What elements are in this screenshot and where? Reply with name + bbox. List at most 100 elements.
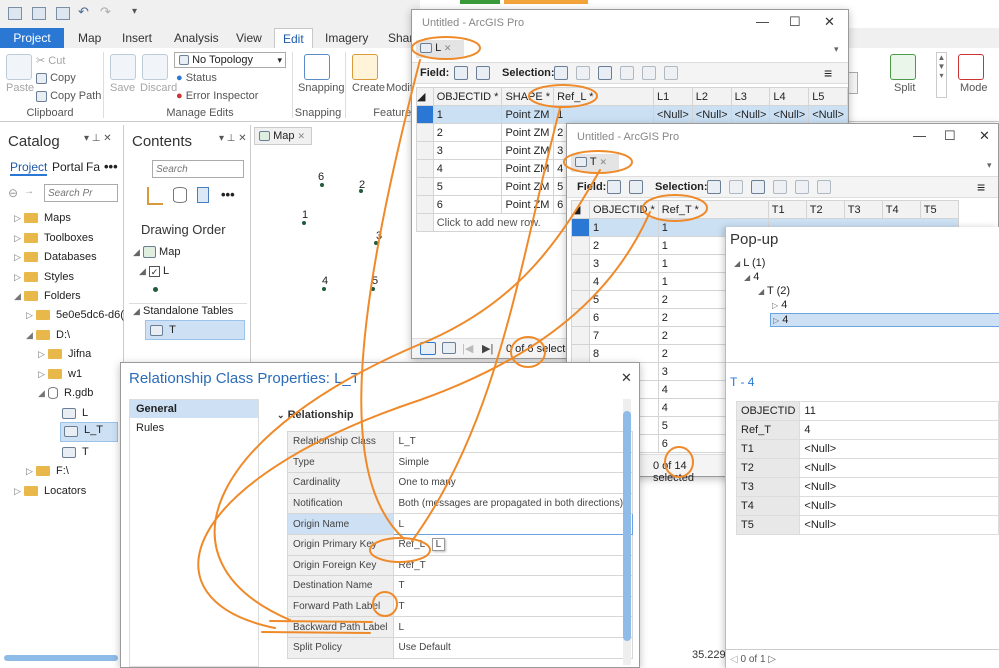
catalog-item-f-drive[interactable]: ▷ F:\ xyxy=(26,465,69,477)
more-icon[interactable]: ••• xyxy=(104,159,118,174)
copy-button[interactable]: Copy xyxy=(36,72,76,84)
cell[interactable]: <Null> xyxy=(691,105,732,124)
open-icon[interactable] xyxy=(32,7,46,20)
popup-tree-feature[interactable]: ◢ 4 xyxy=(744,271,759,283)
mode-button[interactable]: Mode xyxy=(960,82,988,94)
cell[interactable]: 5 xyxy=(432,177,503,196)
undo-icon[interactable]: ↶ xyxy=(78,4,92,19)
row-header[interactable] xyxy=(571,272,590,291)
popup-tree-l[interactable]: ◢ L (1) xyxy=(734,257,765,269)
cell[interactable]: <Null> xyxy=(730,105,771,124)
cell[interactable]: <Null> xyxy=(769,105,810,124)
tab-imagery[interactable]: Imagery xyxy=(317,28,376,48)
collapse-icon[interactable]: ◢ xyxy=(38,388,48,399)
back-icon[interactable]: ⊖ xyxy=(8,186,18,200)
collapse-icon[interactable]: ◢ xyxy=(133,247,140,257)
save-button[interactable]: Save xyxy=(110,82,135,94)
collapse-icon[interactable]: ◢ xyxy=(758,287,764,296)
collapse-icon[interactable]: ◢ xyxy=(734,259,740,268)
collapse-icon[interactable]: ⌄ xyxy=(277,410,285,420)
copy-selection-icon[interactable] xyxy=(664,66,678,80)
list-by-source-icon[interactable] xyxy=(173,187,187,203)
switch-selection-icon[interactable] xyxy=(751,180,765,194)
expand-icon[interactable]: ▷ xyxy=(14,233,24,244)
add-field-icon[interactable] xyxy=(607,180,621,194)
clear-selection-icon[interactable] xyxy=(773,180,787,194)
save-icon[interactable] xyxy=(56,7,70,20)
last-record-icon[interactable]: ▶| xyxy=(482,342,493,355)
close-icon[interactable]: ✕ xyxy=(298,131,306,141)
cell[interactable]: 2 xyxy=(432,123,503,142)
close-icon[interactable]: ✕ xyxy=(824,14,835,30)
cell[interactable]: 1 xyxy=(432,105,503,124)
column-header[interactable]: T4 xyxy=(881,200,921,219)
nav-general[interactable]: General xyxy=(130,400,258,418)
gallery-scroll[interactable]: ▲ ▼ ▾ xyxy=(936,52,947,98)
paste-icon[interactable] xyxy=(6,54,32,80)
show-selected-records-icon[interactable] xyxy=(442,342,456,354)
copy-selection-icon[interactable] xyxy=(817,180,831,194)
catalog-item-guid-folder[interactable]: ▷ 5e0e5dc6-d6( xyxy=(26,309,124,321)
new-icon[interactable] xyxy=(8,7,22,20)
menu-icon[interactable]: ≡ xyxy=(977,179,985,195)
standalone-tables-node[interactable]: ◢ Standalone Tables xyxy=(133,305,233,317)
chevron-down-icon[interactable]: ▾ xyxy=(987,160,992,171)
column-header[interactable]: Ref_L * xyxy=(553,87,654,106)
column-header[interactable]: L3 xyxy=(730,87,771,106)
create-button[interactable]: Create xyxy=(352,82,385,94)
cell[interactable]: 6 xyxy=(432,195,503,214)
cell[interactable]: Point ZM xyxy=(501,159,555,178)
zoom-to-icon[interactable] xyxy=(729,180,743,194)
catalog-item-jifna[interactable]: ▷ Jifna xyxy=(38,348,91,360)
split-icon[interactable] xyxy=(890,54,916,80)
map-node[interactable]: ◢ Map xyxy=(133,246,180,259)
cell[interactable]: 7 xyxy=(589,326,659,345)
first-record-icon[interactable]: |◀ xyxy=(462,342,473,355)
catalog-item-folders[interactable]: ◢ Folders xyxy=(14,290,81,302)
nav-rules[interactable]: Rules xyxy=(136,422,164,434)
origin-name-field[interactable]: L xyxy=(392,513,633,535)
column-header[interactable]: T2 xyxy=(805,200,845,219)
forward-icon[interactable]: → xyxy=(24,186,34,197)
catalog-tab-portal[interactable]: Portal xyxy=(52,160,83,174)
next-icon[interactable]: ▷ xyxy=(768,654,776,665)
map-point[interactable] xyxy=(322,287,326,291)
column-header[interactable]: OBJECTID * xyxy=(589,200,659,219)
popup-tree-record[interactable]: ▷ 4 xyxy=(772,299,787,311)
catalog-item-l-t-selected[interactable]: L_T xyxy=(60,422,118,442)
cell[interactable]: Point ZM xyxy=(501,195,555,214)
expand-icon[interactable]: ▷ xyxy=(14,486,24,497)
column-header[interactable]: SHAPE * xyxy=(501,87,555,106)
visibility-checkbox[interactable]: ✓ xyxy=(148,265,160,277)
delete-selection-icon[interactable] xyxy=(795,180,809,194)
list-by-selection-icon[interactable] xyxy=(197,187,209,203)
close-icon[interactable]: ✕ xyxy=(444,43,452,53)
map-point[interactable] xyxy=(320,183,324,187)
error-inspector-button[interactable]: ● Error Inspector xyxy=(176,90,258,102)
cell[interactable]: 5 xyxy=(589,290,659,309)
row-header[interactable] xyxy=(571,344,590,363)
snapping-icon[interactable] xyxy=(304,54,330,80)
expand-icon[interactable]: ▷ xyxy=(38,369,48,380)
discard-icon[interactable] xyxy=(142,54,168,80)
horizontal-scrollbar[interactable] xyxy=(4,655,118,661)
pane-options-icon[interactable]: ▾ ⊥ ✕ xyxy=(219,133,247,144)
map-point[interactable] xyxy=(359,189,363,193)
catalog-item-databases[interactable]: ▷ Databases xyxy=(14,251,97,263)
catalog-search-input[interactable] xyxy=(44,184,118,202)
split-policy-dropdown[interactable]: Use Default▾ xyxy=(392,636,633,659)
column-header[interactable]: T3 xyxy=(843,200,883,219)
list-by-drawing-order-icon[interactable] xyxy=(147,187,163,205)
expand-icon[interactable]: ▷ xyxy=(772,301,778,310)
table-row[interactable]: 1 Point ZM 1 <Null> <Null> <Null> <Null> <Null> xyxy=(416,105,848,124)
close-icon[interactable]: ✕ xyxy=(599,157,607,167)
row-header[interactable] xyxy=(571,254,590,273)
close-icon[interactable]: ✕ xyxy=(979,128,990,144)
cell[interactable]: Point ZM xyxy=(501,177,555,196)
switch-selection-icon[interactable] xyxy=(598,66,612,80)
cell[interactable]: 4 xyxy=(432,159,503,178)
cell[interactable]: Point ZM xyxy=(501,141,555,160)
redo-icon[interactable]: ↷ xyxy=(100,4,114,19)
row-header[interactable] xyxy=(416,141,434,160)
row-header[interactable] xyxy=(416,123,434,142)
